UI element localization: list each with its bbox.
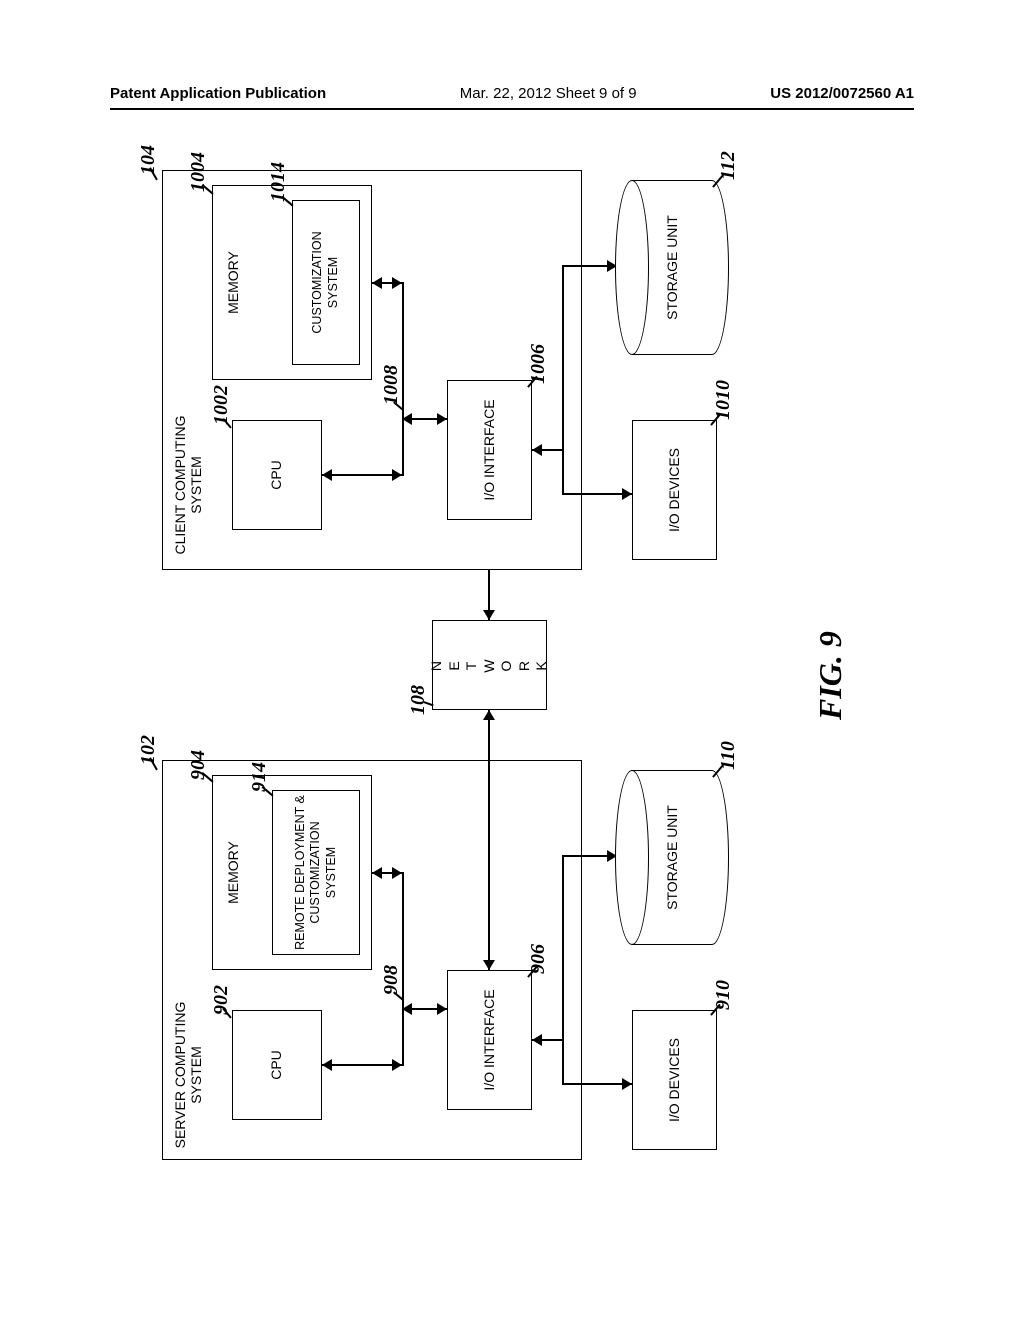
server-subsystem-ref: 914 xyxy=(248,762,271,792)
server-io-devices-ref: 910 xyxy=(712,980,735,1010)
server-title: SERVER COMPUTING SYSTEM xyxy=(172,1000,204,1150)
server-cpu-label: CPU xyxy=(268,1050,286,1080)
server-io-interface: I/O INTERFACE xyxy=(447,970,532,1110)
page-header: Patent Application Publication Mar. 22, … xyxy=(110,85,914,102)
network-label: NETWORK xyxy=(428,657,551,672)
client-memory-label: MEMORY xyxy=(225,251,243,314)
client-io-devices: I/O DEVICES xyxy=(632,420,717,560)
header-left: Patent Application Publication xyxy=(110,85,326,102)
client-subsystem-ref: 1014 xyxy=(267,162,290,202)
client-io-interface-label: I/O INTERFACE xyxy=(481,399,499,500)
server-storage-label: STORAGE UNIT xyxy=(664,805,680,910)
server-cpu: CPU xyxy=(232,1010,322,1120)
client-storage-label: STORAGE UNIT xyxy=(664,215,680,320)
figure-caption: FIG. 9 xyxy=(812,631,849,720)
header-center: Mar. 22, 2012 Sheet 9 of 9 xyxy=(460,85,637,102)
page: Patent Application Publication Mar. 22, … xyxy=(0,0,1024,1320)
client-bus-ref: 1008 xyxy=(380,365,403,405)
server-io-interface-ref: 906 xyxy=(527,944,550,974)
network-box: NETWORK xyxy=(432,620,547,710)
client-storage: STORAGE UNIT xyxy=(632,180,712,355)
client-cpu: CPU xyxy=(232,420,322,530)
server-io-devices: I/O DEVICES xyxy=(632,1010,717,1150)
client-title: CLIENT COMPUTING SYSTEM xyxy=(172,410,204,560)
server-ref: 102 xyxy=(137,735,160,765)
client-subsystem-label: CUSTOMIZATION SYSTEM xyxy=(310,205,341,360)
client-io-interface: I/O INTERFACE xyxy=(447,380,532,520)
client-io-devices-label: I/O DEVICES xyxy=(666,448,684,532)
client-io-interface-ref: 1006 xyxy=(527,344,550,384)
figure-wrap: SERVER COMPUTING SYSTEM 102 CPU 902 MEMO… xyxy=(132,150,892,1170)
client-io-devices-ref: 1010 xyxy=(712,380,735,420)
server-memory-label: MEMORY xyxy=(225,841,243,904)
network-ref: 108 xyxy=(407,685,430,715)
client-memory-ref: 1004 xyxy=(187,152,210,192)
server-io-interface-label: I/O INTERFACE xyxy=(481,989,499,1090)
server-bus-ref: 908 xyxy=(380,965,403,995)
server-cpu-ref: 902 xyxy=(210,985,233,1015)
figure-9: SERVER COMPUTING SYSTEM 102 CPU 902 MEMO… xyxy=(132,150,892,1170)
header-rule xyxy=(110,108,914,110)
server-subsystem-label: REMOTE DEPLOYMENT & CUSTOMIZATION SYSTEM xyxy=(293,795,340,950)
client-subsystem: CUSTOMIZATION SYSTEM xyxy=(292,200,360,365)
server-subsystem: REMOTE DEPLOYMENT & CUSTOMIZATION SYSTEM xyxy=(272,790,360,955)
server-io-devices-label: I/O DEVICES xyxy=(666,1038,684,1122)
client-cpu-label: CPU xyxy=(268,460,286,490)
server-storage: STORAGE UNIT xyxy=(632,770,712,945)
header-right: US 2012/0072560 A1 xyxy=(770,85,914,102)
client-ref: 104 xyxy=(137,145,160,175)
